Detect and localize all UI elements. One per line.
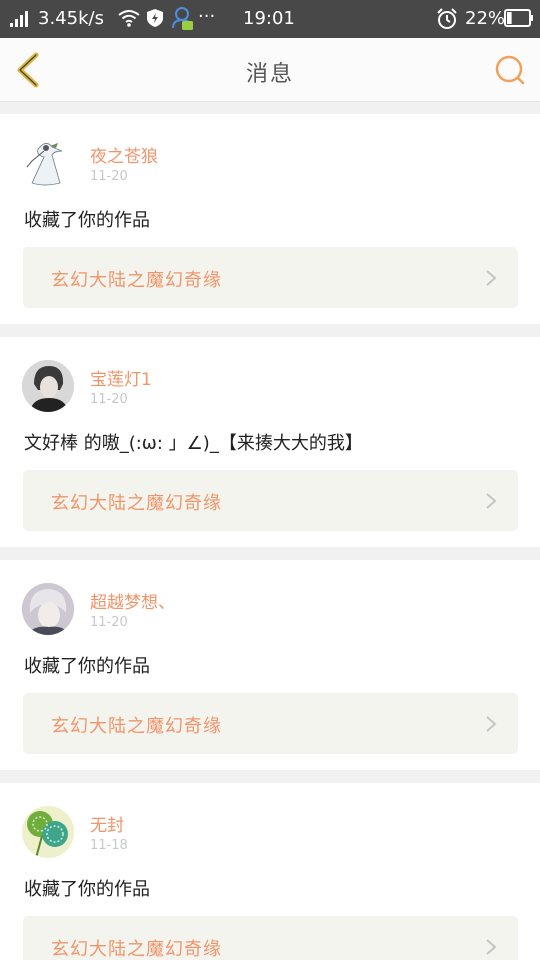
more-notifications-icon: ··· [198, 6, 216, 27]
message-text: 收藏了你的作品 [24, 656, 150, 677]
message-text: 文好棒 的嗷_(:ω: 」∠)_【来揍大大的我】 [24, 433, 363, 454]
message-date: 11-20 [90, 615, 128, 630]
sender-name[interactable]: 超越梦想、 [90, 588, 175, 613]
chevron-right-icon [486, 716, 497, 732]
battery-icon [504, 9, 533, 27]
network-speed: 3.45k/s [38, 8, 104, 29]
work-title: 玄幻大陆之魔幻奇缘 [51, 270, 222, 291]
chevron-right-icon [486, 493, 497, 509]
avatar[interactable] [22, 360, 74, 412]
message-date: 11-20 [90, 392, 128, 407]
status-bar: 3.45k/s ··· 19:01 22% [0, 0, 540, 38]
work-link[interactable]: 玄幻大陆之魔幻奇缘 [23, 693, 518, 754]
wifi-icon [118, 10, 140, 27]
page-title: 消息 [245, 62, 294, 87]
message-date: 11-18 [90, 838, 128, 853]
avatar[interactable] [22, 583, 74, 635]
work-title: 玄幻大陆之魔幻奇缘 [51, 493, 222, 514]
avatar[interactable] [22, 137, 74, 189]
work-link[interactable]: 玄幻大陆之魔幻奇缘 [23, 916, 518, 960]
sender-name[interactable]: 无封 [90, 811, 124, 836]
message-item: 夜之苍狼 11-20 收藏了你的作品 玄幻大陆之魔幻奇缘 [0, 114, 540, 324]
work-title: 玄幻大陆之魔幻奇缘 [51, 716, 222, 737]
avatar[interactable] [22, 806, 74, 858]
message-date: 11-20 [90, 169, 128, 184]
account-icon [172, 7, 193, 30]
chevron-right-icon [486, 270, 497, 286]
work-title: 玄幻大陆之魔幻奇缘 [51, 939, 222, 960]
header: 消息 [0, 38, 540, 102]
battery-percent: 22% [465, 8, 506, 29]
search-icon[interactable] [494, 54, 526, 86]
message-item: 超越梦想、 11-20 收藏了你的作品 玄幻大陆之魔幻奇缘 [0, 560, 540, 770]
work-link[interactable]: 玄幻大陆之魔幻奇缘 [23, 470, 518, 531]
message-text: 收藏了你的作品 [24, 210, 150, 231]
shield-icon [147, 9, 163, 27]
clock-time: 19:01 [243, 8, 295, 29]
chevron-right-icon [486, 939, 497, 955]
work-link[interactable]: 玄幻大陆之魔幻奇缘 [23, 247, 518, 308]
message-item: 无封 11-18 收藏了你的作品 玄幻大陆之魔幻奇缘 [0, 783, 540, 960]
alarm-icon [437, 8, 457, 29]
message-text: 收藏了你的作品 [24, 879, 150, 900]
message-item: 宝莲灯1 11-20 文好棒 的嗷_(:ω: 」∠)_【来揍大大的我】 玄幻大陆… [0, 337, 540, 547]
sender-name[interactable]: 宝莲灯1 [90, 365, 152, 390]
sender-name[interactable]: 夜之苍狼 [90, 142, 158, 167]
signal-icon [10, 11, 32, 27]
